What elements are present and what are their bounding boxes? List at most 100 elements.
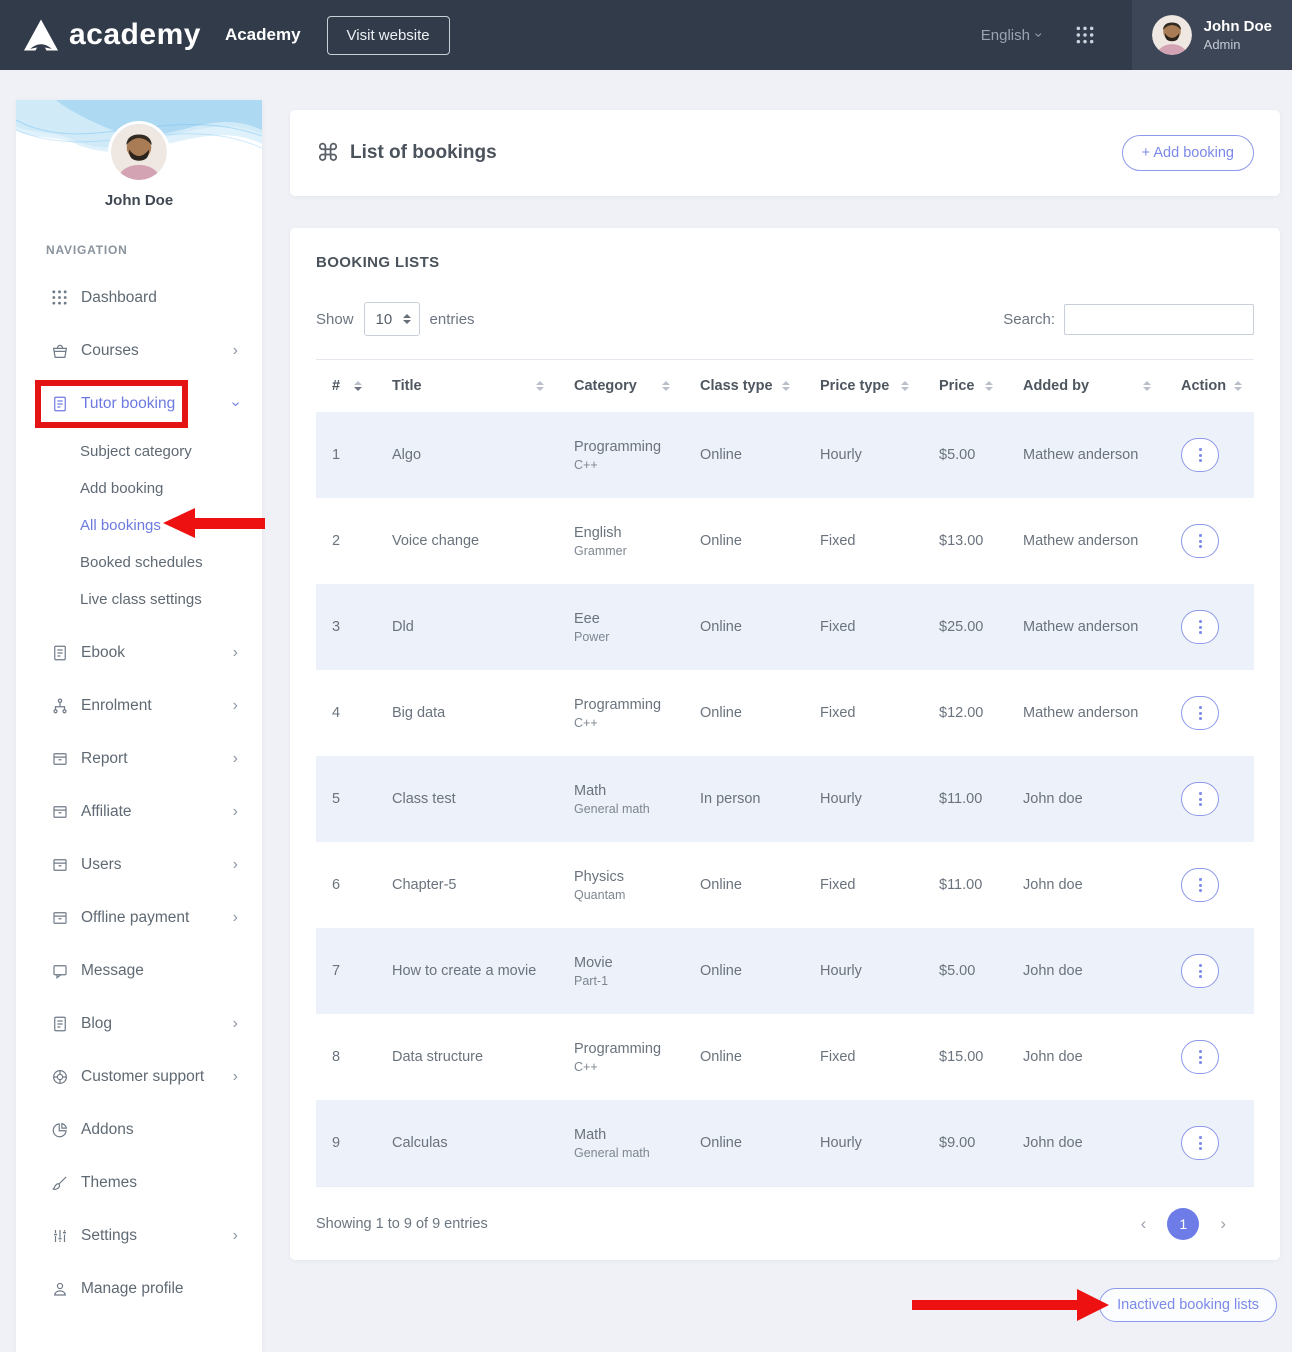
document-icon	[50, 1015, 69, 1033]
booking-category: Programming C++	[556, 697, 682, 730]
submenu-subject-category[interactable]: Subject category	[16, 433, 262, 470]
sort-icon	[662, 381, 670, 392]
sidebar-item-label: Blog	[81, 1015, 112, 1033]
sidebar-item-message[interactable]: Message	[16, 944, 262, 997]
table-row: 9 Calculas Math General math Online Hour…	[316, 1100, 1254, 1186]
sidebar-item-themes[interactable]: Themes	[16, 1156, 262, 1209]
person-icon	[50, 1280, 69, 1298]
sidebar-item-customer-support[interactable]: Customer support ›	[16, 1050, 262, 1103]
row-number: 8	[316, 1049, 374, 1065]
row-action-button[interactable]	[1181, 610, 1219, 644]
column-header-title[interactable]: Title	[374, 378, 556, 394]
sidebar-item-label: Settings	[81, 1227, 137, 1245]
row-number: 1	[316, 447, 374, 463]
price: $15.00	[921, 1049, 1005, 1065]
sidebar-item-dashboard[interactable]: Dashboard	[16, 271, 262, 324]
add-booking-button[interactable]: + Add booking	[1122, 135, 1254, 171]
column-header-category[interactable]: Category	[556, 378, 682, 394]
table-controls: Show 10 entries Search:	[316, 302, 1254, 336]
chevron-right-icon: ›	[233, 1227, 238, 1245]
sidebar-item-label: Addons	[81, 1121, 134, 1139]
archive-icon	[50, 856, 69, 874]
row-action-button[interactable]	[1181, 1126, 1219, 1160]
column-header-added-by[interactable]: Added by	[1005, 378, 1163, 394]
submenu-booked-schedules[interactable]: Booked schedules	[16, 544, 262, 581]
submenu-all-bookings[interactable]: All bookings	[16, 507, 262, 544]
user-menu[interactable]: John Doe Admin	[1132, 0, 1292, 70]
booking-category: Eee Power	[556, 611, 682, 644]
sidebar-item-report[interactable]: Report ›	[16, 732, 262, 785]
column-header-price[interactable]: Price	[921, 378, 1005, 394]
added-by: Mathew anderson	[1005, 447, 1163, 463]
row-number: 5	[316, 791, 374, 807]
row-action-button[interactable]	[1181, 438, 1219, 472]
price: $13.00	[921, 533, 1005, 549]
showing-entries-text: Showing 1 to 9 of 9 entries	[316, 1216, 488, 1232]
book-icon	[50, 644, 69, 662]
added-by: Mathew anderson	[1005, 705, 1163, 721]
table-footer: Showing 1 to 9 of 9 entries ‹ 1 ›	[316, 1208, 1254, 1240]
price: $25.00	[921, 619, 1005, 635]
document-icon	[50, 395, 69, 413]
sidebar-item-label: Offline payment	[81, 909, 189, 927]
pagination: ‹ 1 ›	[1141, 1208, 1254, 1240]
sidebar-item-users[interactable]: Users ›	[16, 838, 262, 891]
booking-category: Programming C++	[556, 1041, 682, 1074]
sidebar-item-label: Affiliate	[81, 803, 132, 821]
table-row: 3 Dld Eee Power Online Fixed $25.00 Math…	[316, 584, 1254, 670]
page-title: List of bookings	[350, 142, 497, 164]
entries-select[interactable]: 10	[364, 302, 420, 336]
column-header-num[interactable]: #	[316, 378, 374, 394]
apps-grid-icon[interactable]	[1075, 25, 1095, 45]
row-action-button[interactable]	[1181, 1040, 1219, 1074]
sidebar-item-addons[interactable]: Addons	[16, 1103, 262, 1156]
table-header-row: # Title Category Class type Price type P…	[316, 359, 1254, 412]
class-type: Online	[682, 1049, 802, 1065]
column-header-class-type[interactable]: Class type	[682, 378, 802, 394]
booking-category: Movie Part-1	[556, 955, 682, 988]
language-selector[interactable]: English ›	[981, 27, 1042, 44]
added-by: John doe	[1005, 791, 1163, 807]
booking-title: Calculas	[374, 1135, 556, 1151]
sidebar-item-manage-profile[interactable]: Manage profile	[16, 1262, 262, 1315]
sidebar-item-enrolment[interactable]: Enrolment ›	[16, 679, 262, 732]
booking-title: Chapter-5	[374, 877, 556, 893]
action-cell	[1163, 1126, 1254, 1160]
sidebar-item-ebook[interactable]: Ebook ›	[16, 626, 262, 679]
sidebar-item-tutor-booking[interactable]: Tutor booking ›	[16, 377, 262, 430]
price-type: Fixed	[802, 705, 921, 721]
sidebar-item-label: Ebook	[81, 644, 125, 662]
booking-category: Math General math	[556, 783, 682, 816]
submenu-add-booking[interactable]: Add booking	[16, 470, 262, 507]
table-row: 8 Data structure Programming C++ Online …	[316, 1014, 1254, 1100]
row-action-button[interactable]	[1181, 954, 1219, 988]
sidebar-item-offline-payment[interactable]: Offline payment ›	[16, 891, 262, 944]
column-header-price-type[interactable]: Price type	[802, 378, 921, 394]
sidebar-item-affiliate[interactable]: Affiliate ›	[16, 785, 262, 838]
submenu-live-class-settings[interactable]: Live class settings	[16, 581, 262, 618]
row-action-button[interactable]	[1181, 524, 1219, 558]
booking-title: Algo	[374, 447, 556, 463]
visit-website-button[interactable]: Visit website	[327, 16, 450, 55]
inactived-booking-lists-button[interactable]: Inactived booking lists	[1099, 1288, 1277, 1322]
row-action-button[interactable]	[1181, 868, 1219, 902]
pagination-next-button[interactable]: ›	[1220, 1214, 1226, 1234]
search-input[interactable]	[1064, 304, 1254, 335]
pagination-prev-button[interactable]: ‹	[1141, 1214, 1147, 1234]
pagination-page-1-button[interactable]: 1	[1167, 1208, 1199, 1240]
row-action-button[interactable]	[1181, 782, 1219, 816]
user-role: Admin	[1204, 37, 1272, 52]
sidebar-item-settings[interactable]: Settings ›	[16, 1209, 262, 1262]
page-header: ⌘ List of bookings + Add booking	[290, 110, 1280, 196]
table-row: 5 Class test Math General math In person…	[316, 756, 1254, 842]
added-by: John doe	[1005, 963, 1163, 979]
column-header-action[interactable]: Action	[1163, 378, 1254, 394]
pie-chart-icon	[50, 1121, 69, 1139]
brand-logo[interactable]: academy	[0, 18, 201, 52]
booking-title: Data structure	[374, 1049, 556, 1065]
row-action-button[interactable]	[1181, 696, 1219, 730]
show-label: Show	[316, 311, 354, 328]
select-caret-icon	[403, 314, 411, 324]
sidebar-item-blog[interactable]: Blog ›	[16, 997, 262, 1050]
sidebar-item-courses[interactable]: Courses ›	[16, 324, 262, 377]
